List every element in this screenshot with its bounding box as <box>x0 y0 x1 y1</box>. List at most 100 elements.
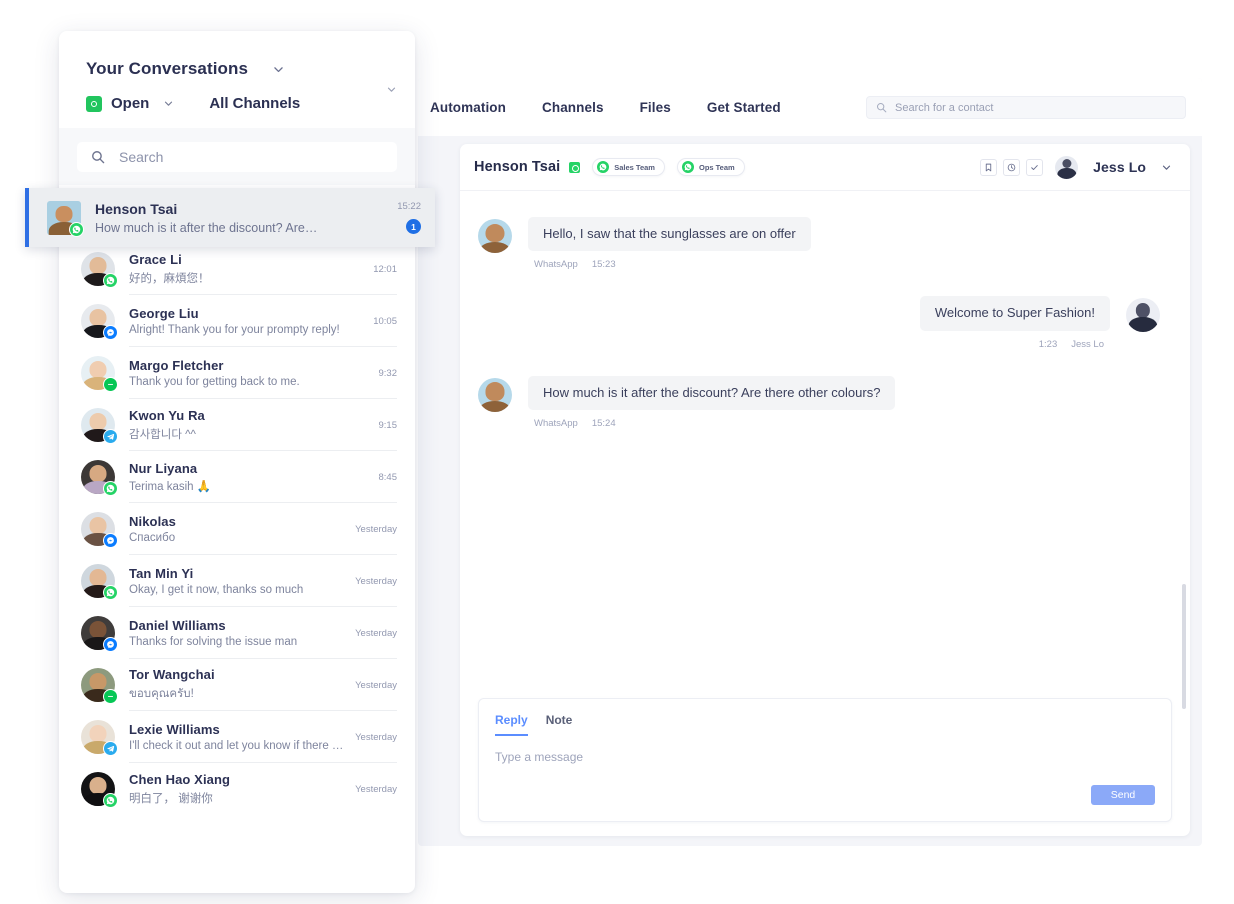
send-button[interactable]: Send <box>1091 785 1155 805</box>
list-item-snippet: 감사합니다 ^^ <box>129 426 369 442</box>
avatar <box>81 252 115 286</box>
message-meta: WhatsApp 15:24 <box>528 418 895 429</box>
list-item-time: Yesterday <box>355 680 397 691</box>
list-item-time: 10:05 <box>373 316 397 327</box>
nav-item-automation[interactable]: Automation <box>430 100 506 115</box>
list-item-name: Tan Min Yi <box>129 566 345 581</box>
conversation-list: Grace Li好的，麻煩您！12:01George LiuAlright! T… <box>59 243 415 815</box>
list-item-name: Henson Tsai <box>95 201 387 217</box>
avatar <box>81 616 115 650</box>
chevron-down-icon[interactable] <box>386 84 397 95</box>
telegram-icon <box>103 741 118 756</box>
list-item-name: Kwon Yu Ra <box>129 408 369 423</box>
list-item[interactable]: Nur Liyana Terima kasih 🙏 8:45 <box>59 451 415 503</box>
list-item-snippet: ขอบคุณครับ! <box>129 685 345 703</box>
whatsapp-icon <box>103 481 118 496</box>
avatar <box>81 304 115 338</box>
message-time: 15:24 <box>592 418 616 429</box>
composer-tabs: Reply Note <box>495 713 1155 736</box>
message-sender: Jess Lo <box>1071 339 1104 350</box>
list-item-name: Chen Hao Xiang <box>129 772 345 787</box>
chevron-down-icon[interactable] <box>1161 162 1172 173</box>
tag-label: Ops Team <box>699 163 735 172</box>
avatar <box>478 378 512 412</box>
list-item-selected[interactable]: Henson Tsai How much is it after the dis… <box>25 188 435 247</box>
list-item[interactable]: NikolasСпасибоYesterday <box>59 503 415 555</box>
tab-reply[interactable]: Reply <box>495 713 528 736</box>
top-navigation-bar: Automation Channels Files Get Started Searc… <box>418 78 1202 136</box>
list-item-snippet: Спасибо <box>129 532 345 544</box>
list-item-time: 8:45 <box>379 472 398 483</box>
line-icon <box>103 689 118 704</box>
bookmark-icon[interactable] <box>980 159 997 176</box>
chevron-down-icon[interactable] <box>272 63 285 76</box>
top-nav-items: Automation Channels Files Get Started <box>430 100 781 115</box>
list-filters: Open All Channels <box>86 95 415 112</box>
list-item-name: George Liu <box>129 306 363 321</box>
message-thread[interactable]: Hello, I saw that the sunglasses are on … <box>460 191 1190 746</box>
message-meta: WhatsApp 15:23 <box>528 259 811 270</box>
check-icon[interactable] <box>1026 159 1043 176</box>
avatar <box>81 460 115 494</box>
message-input[interactable]: Type a message <box>495 750 1155 764</box>
avatar <box>81 668 115 702</box>
search-input[interactable]: Search <box>77 142 397 172</box>
main-scrollbar[interactable] <box>1182 584 1186 709</box>
avatar <box>81 772 115 806</box>
whatsapp-icon <box>682 161 694 173</box>
list-item[interactable]: Tan Min YiOkay, I get it now, thanks so … <box>59 555 415 607</box>
list-item-time: Yesterday <box>355 524 397 535</box>
list-item[interactable]: Daniel WilliamsThanks for solving the is… <box>59 607 415 659</box>
list-item[interactable]: Lexie Williams I'll check it out and let … <box>59 711 415 763</box>
list-search-zone: Search <box>59 128 415 185</box>
tab-note[interactable]: Note <box>546 713 573 736</box>
avatar <box>81 720 115 754</box>
list-item-name: Grace Li <box>129 252 363 267</box>
whatsapp-icon <box>569 162 580 173</box>
message-time: 1:23 <box>1039 339 1058 350</box>
list-item-snippet: Thanks for solving the issue man <box>129 636 345 648</box>
message-channel: WhatsApp <box>534 259 578 270</box>
line-icon <box>103 377 118 392</box>
list-item-name: Margo Fletcher <box>129 358 369 373</box>
tag-ops-team[interactable]: Ops Team <box>677 158 745 176</box>
list-item[interactable]: George LiuAlright! Thank you for your pr… <box>59 295 415 347</box>
list-item-time: Yesterday <box>355 784 397 795</box>
whatsapp-icon <box>103 273 118 288</box>
clock-icon[interactable] <box>1003 159 1020 176</box>
contact-search-box[interactable]: Search for a contact <box>866 96 1186 119</box>
conversation-header-actions: Jess Lo <box>980 156 1172 179</box>
message-bubble: Welcome to Super Fashion! <box>920 296 1110 330</box>
message-composer: Reply Note Type a message Send <box>478 698 1172 822</box>
tag-sales-team[interactable]: Sales Team <box>592 158 665 176</box>
nav-item-files[interactable]: Files <box>640 100 671 115</box>
agent-name: Jess Lo <box>1093 159 1146 175</box>
list-item-time: 9:32 <box>379 368 398 379</box>
avatar <box>47 201 81 235</box>
chevron-down-icon[interactable] <box>163 98 174 109</box>
list-item-time: 12:01 <box>373 264 397 275</box>
whatsapp-icon <box>103 793 118 808</box>
list-item-name: Lexie Williams <box>129 722 345 737</box>
conversation-card: Henson Tsai Sales Team Ops Team <box>460 144 1190 836</box>
search-icon <box>91 150 105 164</box>
list-item[interactable]: Grace Li好的，麻煩您！12:01 <box>59 243 415 295</box>
list-item[interactable]: Tor Wangchaiขอบคุณครับ!Yesterday <box>59 659 415 711</box>
message-bubble: How much is it after the discount? Are t… <box>528 376 895 410</box>
conversation-header: Henson Tsai Sales Team Ops Team <box>460 144 1190 191</box>
telegram-icon <box>103 429 118 444</box>
message-row: How much is it after the discount? Are t… <box>478 376 1160 429</box>
list-item[interactable]: Chen Hao Xiang明白了， 谢谢你Yesterday <box>59 763 415 815</box>
nav-item-channels[interactable]: Channels <box>542 100 604 115</box>
list-item-name: Nur Liyana <box>129 461 369 476</box>
avatar <box>1055 156 1078 179</box>
list-item[interactable]: Margo FletcherThank you for getting back… <box>59 347 415 399</box>
nav-item-get-started[interactable]: Get Started <box>707 100 781 115</box>
list-item-snippet: I'll check it out and let you know if th… <box>129 740 345 752</box>
message-row: Welcome to Super Fashion! 1:23 Jess Lo <box>478 296 1160 349</box>
list-item-snippet: Terima kasih 🙏 <box>129 479 369 493</box>
channel-filter-label[interactable]: All Channels <box>209 95 300 112</box>
list-item[interactable]: Kwon Yu Ra감사합니다 ^^9:15 <box>59 399 415 451</box>
status-filter-label: Open <box>111 95 149 112</box>
avatar <box>81 564 115 598</box>
